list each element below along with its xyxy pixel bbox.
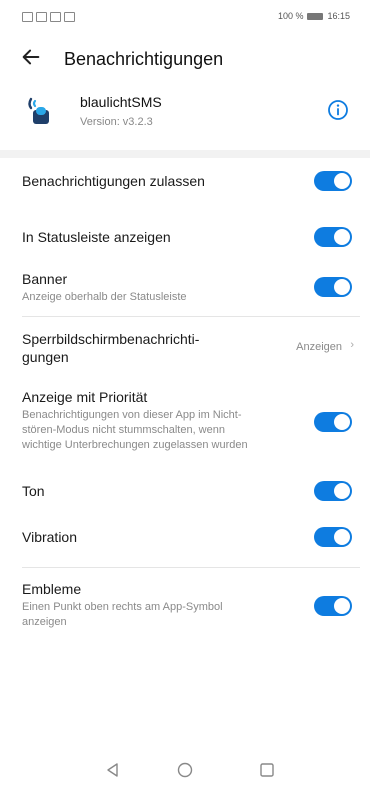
- setting-title: Ton: [22, 483, 45, 499]
- toggle-knob: [334, 173, 350, 189]
- back-button[interactable]: [20, 46, 48, 74]
- toggle-knob: [334, 279, 350, 295]
- setting-title-line2: gungen: [22, 349, 69, 365]
- setting-title: Vibration: [22, 529, 78, 545]
- sim-icon: [22, 12, 33, 22]
- setting-subtitle-line1: Einen Punkt oben rechts am App-Symbol: [22, 601, 223, 613]
- toggle-knob: [334, 529, 350, 545]
- priority-toggle[interactable]: [314, 412, 352, 432]
- nfc-icon: [50, 12, 61, 22]
- battery-icon: [307, 12, 324, 20]
- vibration-toggle[interactable]: [314, 527, 352, 547]
- wifi-icon: [36, 12, 47, 22]
- toggle-knob: [334, 483, 350, 499]
- setting-banner[interactable]: Banner Anzeige oberhalb der Statusleiste: [0, 266, 370, 312]
- nav-recents-button[interactable]: [257, 760, 277, 780]
- app-version: Version: v3.2.3: [80, 116, 153, 128]
- setting-title: Embleme: [22, 581, 82, 597]
- setting-subtitle-line2: stören-Modus nicht stummschalten, wenn: [22, 424, 225, 436]
- app-info-button[interactable]: [326, 98, 350, 122]
- setting-vibration[interactable]: Vibration: [0, 522, 370, 554]
- clock: 16:15: [327, 11, 350, 21]
- setting-lockscreen[interactable]: Sperrbildschirmbenachrichti- gungen Anze…: [0, 326, 370, 370]
- setting-priority[interactable]: Anzeige mit Priorität Benachrichtigungen…: [0, 386, 370, 458]
- lockscreen-value: Anzeigen: [296, 341, 342, 353]
- arrow-left-icon: [22, 49, 40, 65]
- info-icon: [328, 100, 348, 120]
- banner-toggle[interactable]: [314, 277, 352, 297]
- setting-subtitle: Anzeige oberhalb der Statusleiste: [22, 291, 187, 303]
- toggle-knob: [334, 229, 350, 245]
- setting-statusbar[interactable]: In Statusleiste anzeigen: [0, 222, 370, 254]
- app-icon: [28, 97, 49, 124]
- setting-allow-notifications[interactable]: Benachrichtigungen zulassen: [0, 166, 370, 198]
- status-right: 100 % 16:15: [278, 11, 350, 21]
- setting-badges[interactable]: Embleme Einen Punkt oben rechts am App-S…: [0, 578, 370, 634]
- toggle-knob: [334, 414, 350, 430]
- setting-subtitle-line3: wichtige Unterbrechungen zugelassen wurd…: [22, 439, 248, 451]
- nav-home-button[interactable]: [175, 760, 195, 780]
- setting-sound[interactable]: Ton: [0, 476, 370, 508]
- app-bar: Benachrichtigungen: [0, 40, 370, 80]
- setting-subtitle-line1: Benachrichtigungen von dieser App im Nic…: [22, 409, 242, 421]
- circle-home-icon: [177, 762, 193, 778]
- page-title: Benachrichtigungen: [64, 49, 224, 69]
- badges-toggle[interactable]: [314, 596, 352, 616]
- status-bar: 100 % 16:15: [0, 0, 370, 34]
- setting-title: Anzeige mit Priorität: [22, 389, 148, 405]
- setting-title: Banner: [22, 271, 68, 287]
- divider: [22, 316, 360, 317]
- sound-toggle[interactable]: [314, 481, 352, 501]
- section-divider: [0, 150, 370, 158]
- app-name: blaulichtSMS: [80, 94, 162, 110]
- status-icons: [22, 12, 75, 22]
- setting-subtitle-line2: anzeigen: [22, 616, 67, 628]
- setting-title-line1: Sperrbildschirmbenachrichti-: [22, 331, 200, 347]
- divider: [22, 567, 360, 568]
- triangle-back-icon: [107, 763, 118, 777]
- app-info: blaulichtSMS Version: v3.2.3: [0, 86, 370, 150]
- nav-back-button[interactable]: [103, 760, 123, 780]
- battery-percent: 100 %: [277, 11, 304, 21]
- toggle-knob: [334, 598, 350, 614]
- chevron-right-icon: ›: [350, 339, 354, 351]
- setting-title: Benachrichtigungen zulassen: [22, 173, 205, 189]
- allow-notifications-toggle[interactable]: [314, 171, 352, 191]
- setting-title: In Statusleiste anzeigen: [22, 229, 171, 245]
- statusbar-toggle[interactable]: [314, 227, 352, 247]
- navigation-bar: [0, 750, 370, 791]
- square-recents-icon: [260, 763, 274, 777]
- bluetooth-icon: [64, 12, 75, 22]
